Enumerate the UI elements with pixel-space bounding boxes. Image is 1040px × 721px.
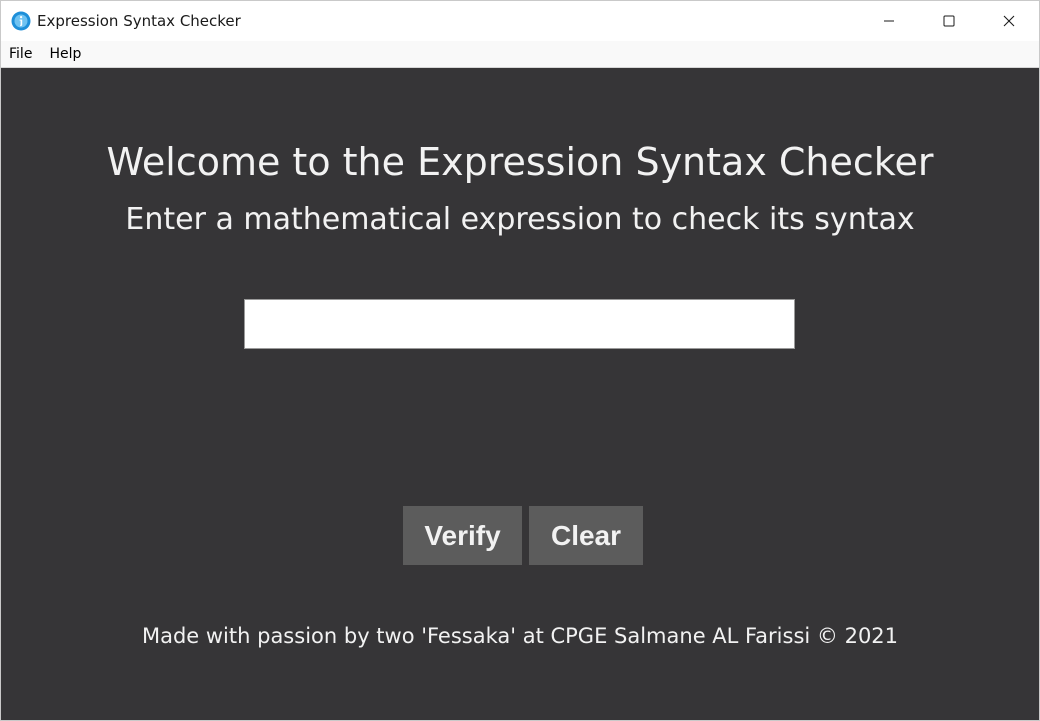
- main-panel: Welcome to the Expression Syntax Checker…: [1, 68, 1039, 720]
- page-title: Welcome to the Expression Syntax Checker: [106, 140, 934, 184]
- window-controls: [859, 1, 1039, 41]
- close-button[interactable]: [979, 1, 1039, 41]
- minimize-icon: [884, 20, 894, 22]
- clear-button[interactable]: Clear: [529, 506, 643, 565]
- footer-credit: Made with passion by two 'Fessaka' at CP…: [141, 624, 899, 648]
- close-icon: [1003, 15, 1015, 27]
- menu-help[interactable]: Help: [41, 41, 90, 67]
- maximize-icon: [943, 15, 955, 27]
- page-subtitle: Enter a mathematical expression to check…: [125, 202, 915, 237]
- window-title: Expression Syntax Checker: [37, 12, 241, 30]
- minimize-button[interactable]: [859, 1, 919, 41]
- title-bar[interactable]: Expression Syntax Checker: [1, 1, 1039, 41]
- expression-input[interactable]: [244, 299, 795, 349]
- menu-bar: File Help: [1, 41, 1039, 68]
- menu-file[interactable]: File: [1, 41, 41, 67]
- verify-button[interactable]: Verify: [403, 506, 522, 565]
- info-icon: [11, 11, 31, 31]
- maximize-button[interactable]: [919, 1, 979, 41]
- app-window: Expression Syntax Checker File Help Welc…: [0, 0, 1040, 721]
